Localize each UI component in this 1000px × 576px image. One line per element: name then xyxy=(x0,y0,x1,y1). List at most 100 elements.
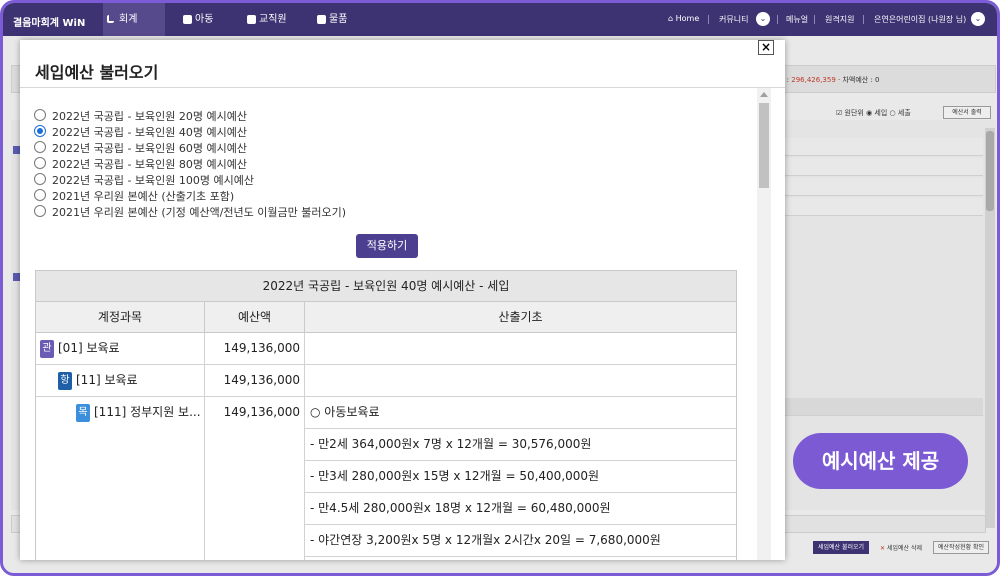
account-name: [111] 정부지원 보... xyxy=(94,405,201,419)
x-icon: ✕ xyxy=(880,545,886,552)
side-marker xyxy=(13,273,20,281)
radio-button[interactable] xyxy=(34,109,46,121)
chart-icon xyxy=(107,15,114,23)
home-label: Home xyxy=(675,14,700,23)
id-card-icon xyxy=(247,15,256,24)
user-dropdown-icon[interactable]: ⌄ xyxy=(971,12,985,26)
radio-button[interactable] xyxy=(34,157,46,169)
radio-button[interactable] xyxy=(34,173,46,185)
summary-value: 296,426,359 xyxy=(791,76,836,84)
grid-row xyxy=(778,198,983,216)
grid-row xyxy=(778,138,983,156)
budget-option-label: 2022년 국공립 - 보육인원 60명 예시예산 xyxy=(52,142,248,155)
category-badge: 항 xyxy=(58,372,72,390)
category-badge: 목 xyxy=(76,404,90,422)
radio-button[interactable] xyxy=(34,125,46,137)
tab-accounting[interactable]: 회계 xyxy=(103,3,165,36)
print-budget-button[interactable]: 예산서 출력 xyxy=(943,106,991,119)
amount-cell: 149,136,000 xyxy=(205,365,305,397)
community-link[interactable]: 커뮤니티 xyxy=(719,14,748,25)
grid-scrollbar-thumb[interactable] xyxy=(986,131,994,211)
budget-status-button[interactable]: 예산작성현황 확인 xyxy=(933,541,990,554)
side-marker xyxy=(13,146,20,154)
brand-logo[interactable]: 결음마회계 WiN xyxy=(13,14,85,29)
basis-line: - 야간연장 3,200원x 5명 x 12개월x 2시간x 20일 = 7,6… xyxy=(305,525,736,557)
delete-income-label: 세입예산 삭제 xyxy=(886,545,922,552)
basis-line: - 만4.5세 280,000원x 18명 x 12개월 = 60,480,00… xyxy=(305,493,736,525)
car-icon xyxy=(183,15,192,24)
home-link[interactable]: ⌂ Home xyxy=(668,14,699,23)
category-badge: 관 xyxy=(40,340,54,358)
grid-row xyxy=(778,398,983,416)
app-frame: 결음마회계 WiN 회계 아동 교직원 물품 ⌂ Home 커뮤니티 ⌄ 메뉴얼… xyxy=(0,0,1000,576)
account-name: [11] 보육료 xyxy=(76,373,138,387)
budget-option[interactable]: 2022년 국공립 - 보육인원 20명 예시예산 xyxy=(34,108,247,124)
tab-staff-label: 교직원 xyxy=(259,14,287,25)
divider xyxy=(863,15,864,24)
divider xyxy=(777,15,778,24)
tab-staff[interactable]: 교직원 xyxy=(243,3,303,36)
budget-option[interactable]: 2022년 국공립 - 보육인원 100명 예시예산 xyxy=(34,172,254,188)
radio-button[interactable] xyxy=(34,141,46,153)
income-label: 세입 xyxy=(874,109,888,117)
tab-goods[interactable]: 물품 xyxy=(313,3,363,36)
view-options: ☑ 원단위 ◉ 세입 ○ 세출 xyxy=(836,108,911,118)
budget-option[interactable]: 2021년 우리원 본예산 (기정 예산액/전년도 이월금만 불러오기) xyxy=(34,204,346,220)
table-row[interactable]: 목 [111] 정부지원 보... xyxy=(36,397,205,560)
load-income-button[interactable]: 세입예산 불러오기 xyxy=(813,541,870,554)
table-row[interactable]: 관 [01] 보육료 xyxy=(36,333,205,365)
community-dropdown-icon[interactable]: ⌄ xyxy=(756,12,770,26)
amount-cell: 149,136,000 xyxy=(205,333,305,365)
won-unit-checkbox[interactable]: ☑ xyxy=(836,109,842,117)
budget-option-label: 2022년 국공립 - 보육인원 20명 예시예산 xyxy=(52,110,248,123)
basis-cell: ○ 아동보육료 xyxy=(305,397,736,429)
summary-diff: · 차액예산 : 0 xyxy=(835,76,880,84)
table-caption: 2022년 국공립 - 보육인원 40명 예시예산 - 세입 xyxy=(36,271,736,302)
promo-badge: 예시예산 제공 xyxy=(793,433,968,489)
remote-support-link[interactable]: 원격지원 xyxy=(825,14,854,25)
radio-button[interactable] xyxy=(34,189,46,201)
divider xyxy=(814,15,815,24)
budget-option[interactable]: 2021년 우리원 본예산 (산출기초 포함) xyxy=(34,188,234,204)
tab-children-label: 아동 xyxy=(195,14,214,25)
tab-children[interactable]: 아동 xyxy=(179,3,229,36)
budget-option-label: 2021년 우리원 본예산 (기정 예산액/전년도 이월금만 불러오기) xyxy=(52,206,347,219)
modal-title: 세입예산 불러오기 xyxy=(35,63,159,82)
tab-goods-label: 물품 xyxy=(329,14,348,25)
tab-accounting-label: 회계 xyxy=(119,14,138,25)
delete-income-button[interactable]: ✕ 세입예산 삭제 xyxy=(880,543,922,552)
manual-link[interactable]: 메뉴얼 xyxy=(786,14,808,25)
budget-table: 2022년 국공립 - 보육인원 40명 예시예산 - 세입 계정과목 예산액 … xyxy=(35,270,737,560)
account-name: [01] 보육료 xyxy=(58,341,120,355)
budget-option[interactable]: 2022년 국공립 - 보육인원 80명 예시예산 xyxy=(34,156,247,172)
top-nav: 결음마회계 WiN 회계 아동 교직원 물품 ⌂ Home 커뮤니티 ⌄ 메뉴얼… xyxy=(3,3,997,36)
budget-option-label: 2022년 국공립 - 보육인원 100명 예시예산 xyxy=(52,174,255,187)
budget-summary: 산 : 296,426,359 · 차액예산 : 0 xyxy=(778,75,880,85)
expense-label: 세출 xyxy=(897,109,911,117)
budget-option[interactable]: 2022년 국공립 - 보육인원 60명 예시예산 xyxy=(34,140,247,156)
divider xyxy=(708,15,709,24)
grid-row xyxy=(778,178,983,196)
apply-button[interactable]: 적용하기 xyxy=(356,234,418,258)
modal-scrollbar-thumb[interactable] xyxy=(759,103,769,188)
basis-cell xyxy=(305,365,736,397)
amount-cell: 149,136,000 xyxy=(205,397,305,560)
col-header-account: 계정과목 xyxy=(36,302,205,333)
budget-option-label: 2022년 국공립 - 보육인원 40명 예시예산 xyxy=(52,126,248,139)
budget-option-label: 2021년 우리원 본예산 (산출기초 포함) xyxy=(52,190,235,203)
expense-radio[interactable]: ○ xyxy=(890,109,896,117)
budget-option[interactable]: 2022년 국공립 - 보육인원 40명 예시예산 xyxy=(34,124,247,140)
radio-button[interactable] xyxy=(34,205,46,217)
basis-cell xyxy=(305,333,736,365)
table-row[interactable]: 항 [11] 보육료 xyxy=(36,365,205,397)
col-header-amount: 예산액 xyxy=(205,302,305,333)
scroll-up-icon[interactable] xyxy=(760,92,768,97)
won-unit-label: 원단위 xyxy=(844,109,864,117)
income-radio[interactable]: ◉ xyxy=(866,109,872,117)
user-name[interactable]: 은연은어린이집 (나원장 님) xyxy=(874,14,966,25)
modal-body: 2022년 국공립 - 보육인원 20명 예시예산 2022년 국공립 - 보육인… xyxy=(20,88,785,560)
load-income-modal: × 세입예산 불러오기 2022년 국공립 - 보육인원 20명 예시예산 202… xyxy=(20,40,785,560)
close-icon[interactable]: × xyxy=(758,40,774,55)
col-header-basis: 산출기초 xyxy=(305,302,736,333)
grid-row xyxy=(778,158,983,176)
